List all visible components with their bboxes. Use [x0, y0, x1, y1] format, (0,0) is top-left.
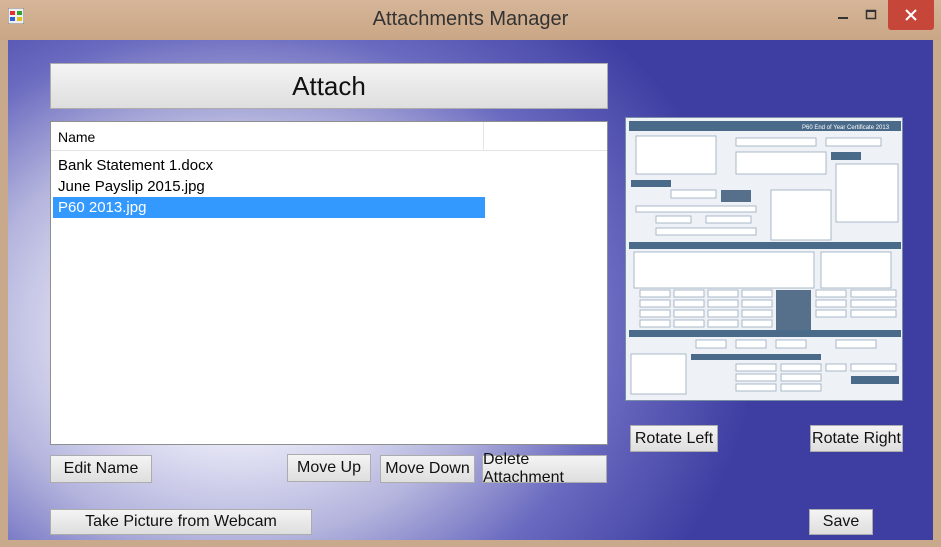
title-bar[interactable]: Attachments Manager	[0, 0, 941, 40]
list-header: Name	[51, 122, 607, 151]
take-picture-webcam-button[interactable]: Take Picture from Webcam	[50, 509, 312, 535]
attach-button[interactable]: Attach	[50, 63, 608, 109]
close-icon	[905, 9, 917, 21]
move-down-button[interactable]: Move Down	[380, 455, 475, 483]
save-button[interactable]: Save	[809, 509, 873, 535]
attachment-preview-image: P60 End of Year Certificate 2013	[625, 117, 903, 401]
column-header-name[interactable]: Name	[58, 129, 95, 145]
preview-form-title: P60 End of Year Certificate 2013	[802, 125, 890, 131]
column-divider[interactable]	[483, 122, 484, 150]
attachments-list[interactable]: Name Bank Statement 1.docx June Payslip …	[50, 121, 608, 445]
edit-name-button[interactable]: Edit Name	[50, 455, 152, 483]
maximize-button[interactable]	[858, 0, 884, 30]
minimize-icon	[838, 17, 848, 19]
main-panel: Attach Name Bank Statement 1.docx June P…	[8, 40, 933, 540]
list-item[interactable]: June Payslip 2015.jpg	[53, 176, 485, 197]
rotate-right-button[interactable]: Rotate Right	[810, 425, 903, 452]
minimize-button[interactable]	[830, 0, 856, 30]
maximize-icon	[865, 9, 877, 20]
rotate-left-button[interactable]: Rotate Left	[630, 425, 718, 452]
move-up-button[interactable]: Move Up	[287, 454, 371, 482]
list-item[interactable]: Bank Statement 1.docx	[53, 155, 485, 176]
window-title: Attachments Manager	[372, 8, 569, 30]
list-item-selected[interactable]: P60 2013.jpg	[53, 197, 485, 218]
delete-attachment-button[interactable]: Delete Attachment	[482, 451, 607, 486]
close-button[interactable]	[888, 0, 934, 30]
p60-document-thumbnail: P60 End of Year Certificate 2013	[626, 118, 902, 400]
